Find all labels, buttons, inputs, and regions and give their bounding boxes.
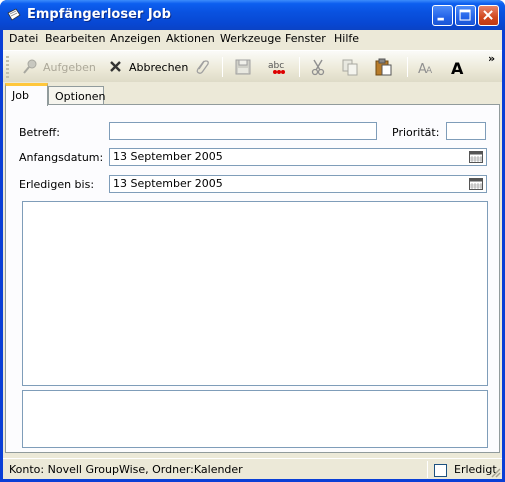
menu-fenster[interactable]: Fenster <box>283 32 328 45</box>
tab-job[interactable]: Job <box>5 83 48 106</box>
calendar-icon[interactable] <box>469 178 483 190</box>
menu-hilfe[interactable]: Hilfe <box>332 32 361 45</box>
calendar-icon[interactable] <box>469 151 483 163</box>
toolbar: Aufgeben Abbrechen abc A A A » <box>3 50 502 82</box>
resize-grip-icon[interactable] <box>489 466 501 478</box>
paste-button[interactable] <box>374 55 392 79</box>
menu-aktionen[interactable]: Aktionen <box>164 32 217 45</box>
job-tab-panel: Betreff: Priorität: Anfangsdatum: 13 Sep… <box>5 104 500 453</box>
attach-button[interactable] <box>193 55 211 79</box>
cancel-label: Abbrechen <box>129 60 189 74</box>
window-client: Datei Bearbeiten Anzeigen Aktionen Werkz… <box>3 30 502 479</box>
close-icon <box>483 10 493 20</box>
font-button[interactable]: A A <box>417 55 435 79</box>
post-label: Aufgeben <box>43 60 96 74</box>
due-date-value: 13 September 2005 <box>113 177 223 190</box>
post-button[interactable]: Aufgeben <box>21 55 96 79</box>
spell-check-button[interactable]: abc <box>267 55 285 79</box>
font-icon: A A <box>418 62 433 76</box>
cut-button[interactable] <box>309 55 327 79</box>
save-icon <box>235 59 251 75</box>
bold-button[interactable]: A <box>449 55 467 79</box>
pushpin-icon <box>23 59 37 74</box>
menu-bar: Datei Bearbeiten Anzeigen Aktionen Werkz… <box>3 30 502 49</box>
svg-text:abc: abc <box>268 61 284 71</box>
toolbar-overflow-chevron[interactable]: » <box>488 52 495 65</box>
job-icon <box>7 8 21 21</box>
start-date-label: Anfangsdatum: <box>19 151 104 164</box>
spell-check-icon: abc <box>268 61 285 74</box>
copy-button[interactable] <box>341 55 359 79</box>
title-bar[interactable]: Empfängerloser Job <box>0 0 505 30</box>
minimize-icon <box>437 17 444 21</box>
copy-icon <box>342 59 358 76</box>
window-title: Empfängerloser Job <box>27 7 171 22</box>
due-date-field[interactable]: 13 September 2005 <box>109 175 487 193</box>
scissors-icon <box>311 59 325 76</box>
due-date-label: Erledigen bis: <box>19 178 95 191</box>
toolbar-separator <box>299 57 300 77</box>
message-body-textarea[interactable] <box>22 201 488 386</box>
status-separator <box>427 461 428 478</box>
start-date-field[interactable]: 13 September 2005 <box>109 148 487 166</box>
menu-datei[interactable]: Datei <box>7 32 40 45</box>
tab-optionen[interactable]: Optionen <box>48 86 105 105</box>
menu-anzeigen[interactable]: Anzeigen <box>108 32 163 45</box>
priority-input[interactable] <box>446 122 486 140</box>
start-date-value: 13 September 2005 <box>113 150 223 163</box>
job-window: Empfängerloser Job Datei Bearbeiten Anze… <box>0 0 505 482</box>
status-bar: Konto: Novell GroupWise, Ordner:Kalender… <box>3 458 502 479</box>
svg-text:A: A <box>426 66 433 76</box>
status-text: Konto: Novell GroupWise, Ordner:Kalender <box>9 463 243 476</box>
x-icon <box>110 61 121 72</box>
close-button[interactable] <box>478 5 499 26</box>
toolbar-grip[interactable] <box>6 56 9 78</box>
save-button[interactable] <box>234 55 252 79</box>
cancel-button[interactable]: Abbrechen <box>107 55 188 79</box>
toolbar-separator <box>222 57 223 77</box>
subject-label: Betreff: <box>19 126 60 139</box>
menu-werkzeuge[interactable]: Werkzeuge <box>218 32 283 45</box>
menu-bearbeiten[interactable]: Bearbeiten <box>43 32 107 45</box>
paperclip-icon <box>196 60 209 74</box>
toolbar-separator <box>407 57 408 77</box>
tab-strip: Job Optionen <box>3 83 502 106</box>
minimize-button[interactable] <box>432 5 453 26</box>
bold-icon: A <box>451 59 464 76</box>
maximize-icon <box>459 9 471 21</box>
priority-label: Priorität: <box>392 126 440 139</box>
maximize-button[interactable] <box>455 5 476 26</box>
completed-checkbox[interactable] <box>434 464 447 477</box>
secondary-textarea[interactable] <box>22 390 488 448</box>
svg-text:A: A <box>451 59 464 76</box>
subject-input[interactable] <box>109 122 377 140</box>
paste-icon <box>375 58 392 76</box>
